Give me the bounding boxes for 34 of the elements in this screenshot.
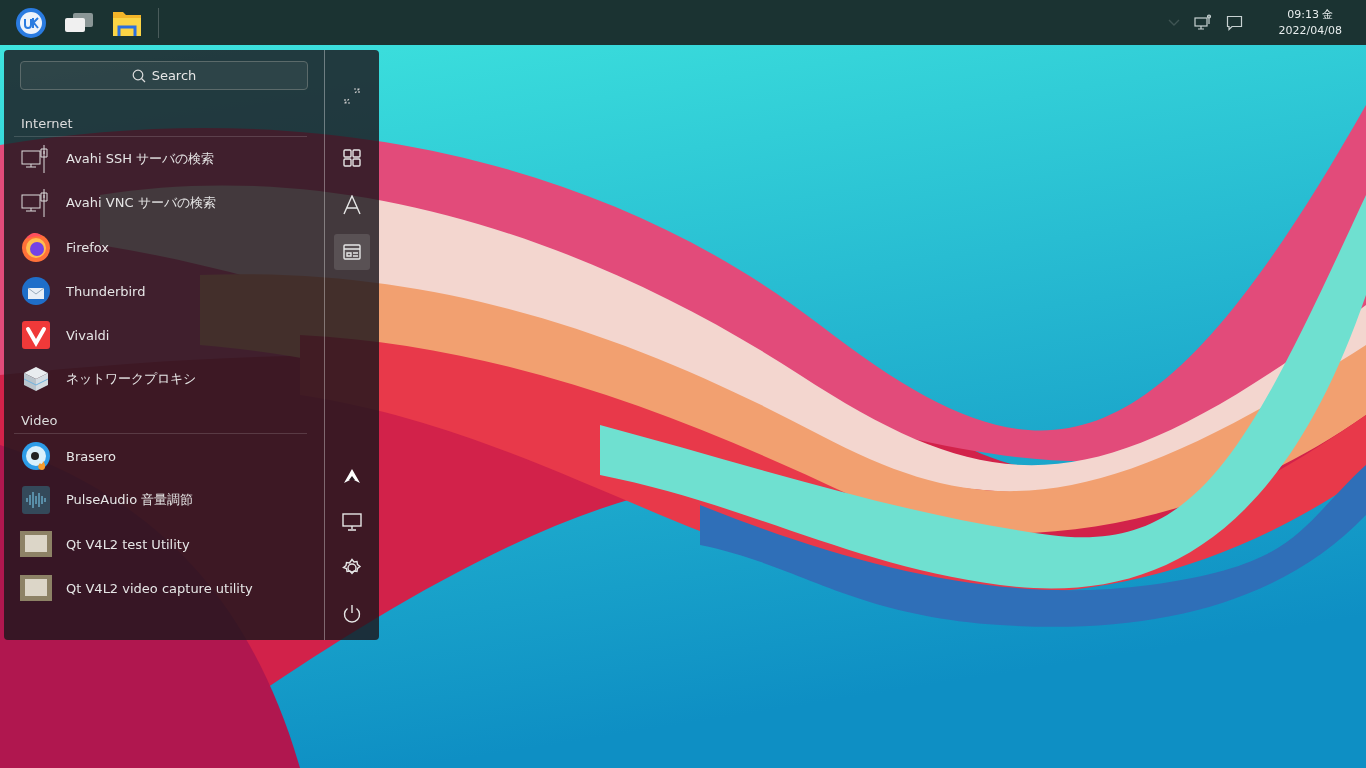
clock[interactable]: 09:13 金 2022/04/08 <box>1278 6 1342 39</box>
app-item[interactable]: PulseAudio 音量調節 <box>14 478 324 522</box>
expand-icon <box>344 88 360 104</box>
monitor-icon <box>342 513 362 531</box>
search-icon <box>131 68 146 83</box>
search-placeholder: Search <box>151 68 197 83</box>
screen-frame-icon <box>20 528 52 560</box>
bird-envelope-icon <box>20 275 52 307</box>
app-item[interactable]: ネットワークプロキシ <box>14 357 324 401</box>
launcher-logo-icon[interactable] <box>14 5 48 40</box>
fox-globe-icon <box>20 231 52 263</box>
category-heading: Internet <box>21 116 74 133</box>
screen-frame-icon <box>20 572 52 604</box>
app-item[interactable]: Avahi VNC サーバの検索 <box>14 181 324 225</box>
power-icon <box>342 604 362 624</box>
list-view-icon <box>343 244 361 260</box>
chat-bubble-icon[interactable] <box>1225 14 1243 31</box>
grid-view-icon <box>343 149 361 167</box>
letter-icon <box>343 195 361 215</box>
search-field[interactable]: Search <box>20 61 308 90</box>
category-heading: Video <box>21 413 59 430</box>
arch-logo-icon <box>343 468 361 484</box>
app-item[interactable]: Thunderbird <box>14 269 324 313</box>
app-item[interactable]: Firefox <box>14 225 324 269</box>
network-icon[interactable] <box>1193 14 1212 31</box>
app-item[interactable]: Avahi SSH サーバの検索 <box>14 137 324 181</box>
view-mode-button[interactable] <box>334 234 370 270</box>
waveform-icon <box>20 484 52 516</box>
disc-flame-icon <box>20 440 52 472</box>
app-item[interactable]: Vivaldi <box>14 313 324 357</box>
app-item[interactable]: Brasero <box>14 434 324 478</box>
v-logo-icon <box>20 319 52 351</box>
app-item[interactable]: Qt V4L2 video capture utility <box>14 566 324 610</box>
app-item[interactable]: Qt V4L2 test Utility <box>14 522 324 566</box>
